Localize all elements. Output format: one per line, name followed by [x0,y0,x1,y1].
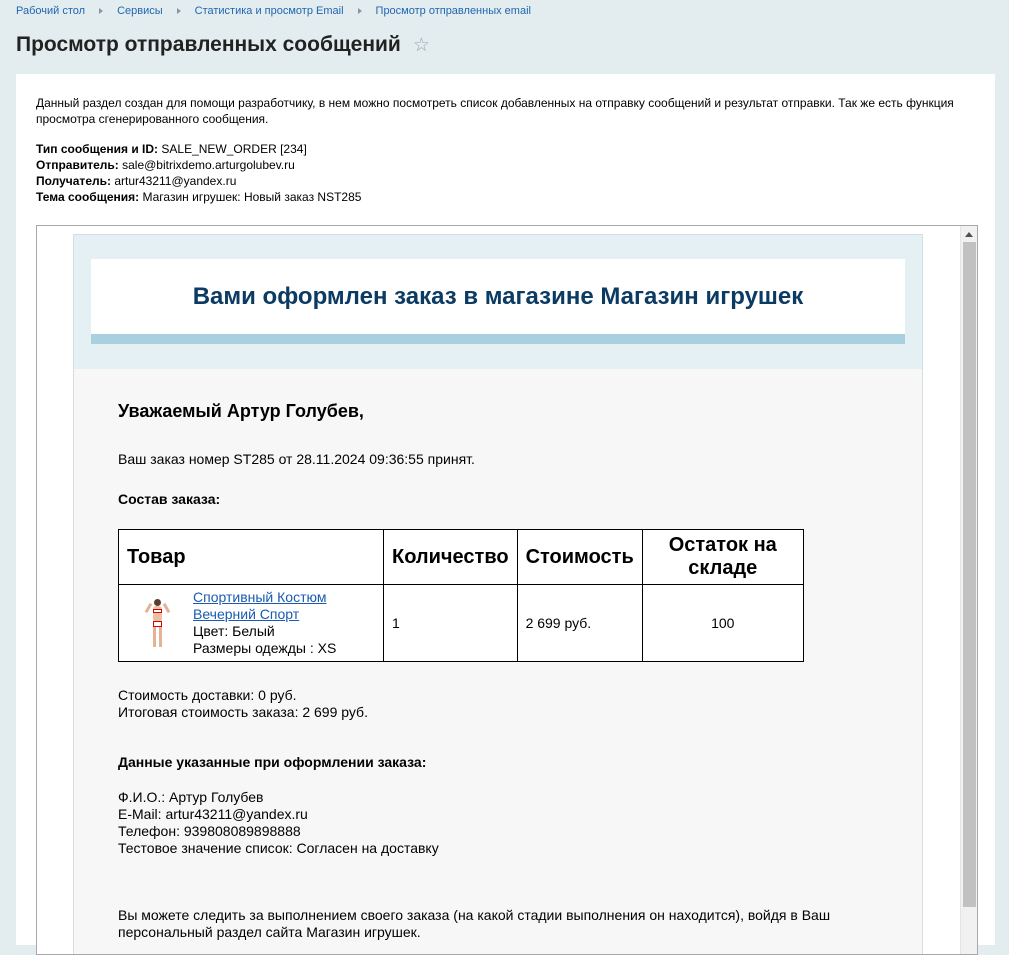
breadcrumb-separator-icon [176,7,181,14]
meta-subject-label: Тема сообщения: [36,190,140,204]
meta-recipient-row: Получатель: artur43211@yandex.ru [36,173,361,189]
scroll-up-icon[interactable] [965,232,973,237]
table-row: Спортивный Костюм Вечерний Спорт Цвет: Б… [118,584,804,662]
message-meta: Тип сообщения и ID: SALE_NEW_ORDER [234]… [36,141,361,205]
product-size: Размеры одежды : XS [193,640,337,656]
page-title: Просмотр отправленных сообщений [16,33,401,56]
product-image[interactable] [143,597,173,649]
breadcrumb-email-stats[interactable]: Статистика и просмотр Email [195,5,344,17]
customer-test-value: Тестовое значение список: Согласен на до… [118,840,439,856]
product-color: Цвет: Белый [193,623,275,639]
breadcrumb-services[interactable]: Сервисы [117,5,163,17]
product-link[interactable]: Спортивный Костюм Вечерний Спорт [193,589,336,623]
email-preview-frame[interactable]: Вами оформлен заказ в магазине Магазин и… [36,225,978,955]
intro-text: Данный раздел создан для помощи разработ… [36,96,954,126]
meta-type-row: Тип сообщения и ID: SALE_NEW_ORDER [234] [36,141,361,157]
order-items-table: Товар Количество Стоимость Остаток на ск… [118,529,804,662]
page-title-wrap: Просмотр отправленных сообщений ☆ [16,33,430,57]
header-product: Товар [118,529,384,585]
table-header-row: Товар Количество Стоимость Остаток на ск… [118,529,804,585]
breadcrumb-separator-icon [99,7,104,14]
order-data-title: Данные указанные при оформлении заказа: [118,754,427,770]
customer-phone: Телефон: 939808089898888 [118,823,301,839]
product-info: Спортивный Костюм Вечерний Спорт Цвет: Б… [193,589,336,657]
breadcrumb-separator-icon [357,7,362,14]
email-header-bar [91,334,905,344]
email-heading: Вами оформлен заказ в магазине Магазин и… [192,282,804,310]
star-icon[interactable]: ☆ [413,34,430,57]
meta-subject-value: Магазин игрушек: Новый заказ NST285 [142,190,362,204]
product-name-line2: Вечерний Спорт [193,606,300,622]
greeting: Уважаемый Артур Голубев, [118,401,364,421]
meta-sender-row: Отправитель: sale@bitrixdemo.arturgolube… [36,157,361,173]
product-name-line1: Спортивный Костюм [193,589,327,605]
price-cell: 2 699 руб. [516,584,643,662]
scroll-thumb[interactable] [963,242,976,907]
meta-type-label: Тип сообщения и ID: [36,142,159,156]
meta-sender-value: sale@bitrixdemo.arturgolubev.ru [122,158,295,172]
meta-type-value: SALE_NEW_ORDER [234] [161,142,307,156]
header-quantity: Количество [383,529,518,585]
header-price: Стоимость [516,529,643,585]
breadcrumb-sent-emails[interactable]: Просмотр отправленных email [376,5,531,17]
email-preview: Вами оформлен заказ в магазине Магазин и… [73,234,923,954]
meta-recipient-value: artur43211@yandex.ru [114,174,237,188]
meta-subject-row: Тема сообщения: Магазин игрушек: Новый з… [36,189,361,205]
customer-email: E-Mail: artur43211@yandex.ru [118,806,308,822]
delivery-cost: Стоимость доставки: 0 руб. [118,687,297,703]
breadcrumb: Рабочий стол Сервисы Статистика и просмотр… [16,5,531,17]
customer-data: Ф.И.О.: Артур Голубев E-Mail: artur43211… [118,789,439,857]
customer-name: Ф.И.О.: Артур Голубев [118,789,264,805]
composition-title: Состав заказа: [118,491,221,507]
tracking-text: Вы можете следить за выполнением своего … [118,907,831,940]
meta-sender-label: Отправитель: [36,158,119,172]
email-header: Вами оформлен заказ в магазине Магазин и… [74,235,922,369]
product-cell-inner: Спортивный Костюм Вечерний Спорт Цвет: Б… [127,589,375,657]
stock-cell: 100 [641,584,804,662]
product-cell: Спортивный Костюм Вечерний Спорт Цвет: Б… [118,584,384,662]
total-cost: Итоговая стоимость заказа: 2 699 руб. [118,704,368,720]
order-message: Ваш заказ номер ST285 от 28.11.2024 09:3… [118,451,475,467]
quantity-cell: 1 [383,584,518,662]
breadcrumb-desktop[interactable]: Рабочий стол [16,5,85,17]
email-header-box: Вами оформлен заказ в магазине Магазин и… [91,259,905,334]
content-panel: Данный раздел создан для помощи разработ… [16,74,995,955]
header-stock: Остаток на складе [641,529,804,585]
preview-scrollbar[interactable] [960,226,977,954]
meta-recipient-label: Получатель: [36,174,111,188]
order-totals: Стоимость доставки: 0 руб. Итоговая стои… [118,687,368,721]
